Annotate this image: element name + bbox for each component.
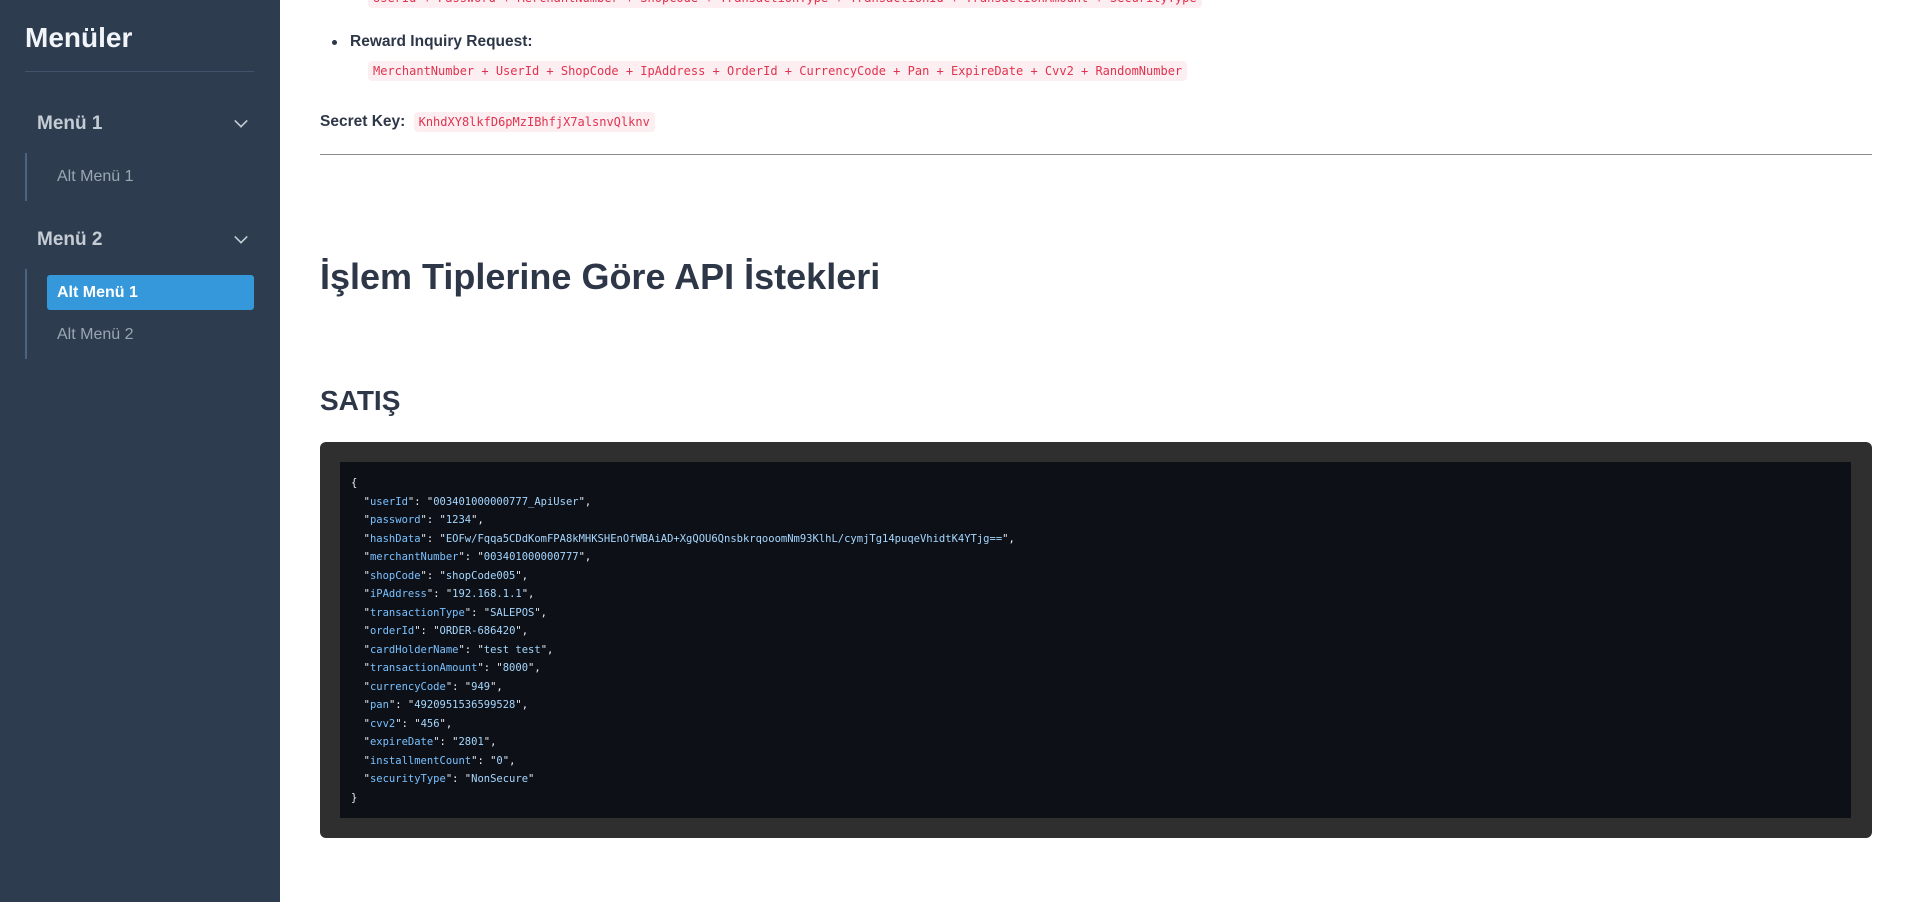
sidebar-item-menu2-alt2[interactable]: Alt Menü 2 [47, 317, 254, 352]
code-line: "expireDate": "2801", [351, 736, 497, 748]
code-line: "cardHolderName": "test test", [351, 643, 554, 656]
code-value: 4920951536599528 [414, 699, 516, 711]
code-line: "cvv2": "456", [351, 717, 453, 730]
code-value: SALEPOS [490, 606, 535, 619]
code-line: "pan": "4920951536599528", [351, 699, 529, 711]
code-key: userId [369, 495, 408, 508]
code-content: { "userId": "003401000000777_ApiUser", "… [340, 462, 1851, 818]
code-value: 003401000000777 [483, 551, 579, 563]
code-line: "iPAddress": "192.168.1.1", [351, 588, 535, 600]
code-key: expireDate [369, 736, 434, 748]
submenu-1-line [25, 153, 27, 201]
page-heading: İşlem Tiplerine Göre API İstekleri [320, 256, 881, 297]
code-key: currencyCode [369, 680, 446, 693]
menu-2-toggle[interactable]: Menü 2 [37, 229, 248, 251]
reward-inquiry-formula: MerchantNumber + UserId + ShopCode + IpA… [368, 61, 1188, 81]
code-value: EOFw/Fqqa5CDdKomFPA8kMHKSHEnOfWBAiAD+XgQ… [445, 532, 1003, 545]
secret-key-row: Secret Key: KnhdXY8lkfD6pMzIBhfjX7alsnvQ… [320, 112, 655, 132]
section-divider [320, 154, 1872, 155]
code-value: NonSecure [471, 773, 529, 785]
sidebar-item-menu2-alt1[interactable]: Alt Menü 1 [47, 275, 254, 310]
code-key: securityType [369, 773, 446, 785]
code-block: { "userId": "003401000000777_ApiUser", "… [320, 442, 1872, 838]
code-value: 1234 [445, 514, 472, 526]
reward-inquiry-label: Reward Inquiry Request: [332, 33, 533, 50]
code-line: "installmentCount": "0", [351, 754, 516, 767]
sidebar: Menüler Menü 1 Alt Menü 1 Menü 2 Alt Men… [0, 0, 280, 902]
menu-1-toggle[interactable]: Menü 1 [37, 113, 248, 135]
code-line: { [351, 474, 1840, 493]
hash-formula-code: UserId + Password + MerchantNumber + Sho… [368, 0, 1202, 8]
code-key: installmentCount [369, 754, 472, 767]
code-value: 456 [420, 717, 440, 730]
code-line: "currencyCode": "949", [351, 680, 503, 693]
code-key: merchantNumber [369, 551, 459, 563]
code-value: test test [483, 643, 541, 656]
code-key: hashData [369, 532, 421, 545]
code-line: "transactionAmount": "8000", [351, 662, 541, 674]
code-line: } [351, 789, 1840, 808]
code-value: 192.168.1.1 [452, 588, 522, 600]
code-key: orderId [369, 625, 415, 637]
code-line: "orderId": "ORDER-686420", [351, 625, 529, 637]
sidebar-item-menu1-alt1[interactable]: Alt Menü 1 [47, 159, 254, 194]
code-line: "transactionType": "SALEPOS", [351, 606, 548, 619]
code-value: 949 [471, 680, 491, 693]
chevron-down-icon [234, 230, 248, 244]
chevron-down-icon [234, 114, 248, 128]
submenu-2-line [25, 269, 27, 359]
code-key: pan [369, 699, 389, 711]
code-line: "securityType": "NonSecure" [351, 773, 535, 785]
code-value: 2801 [458, 736, 484, 748]
code-value: 0 [496, 754, 503, 767]
code-line: "shopCode": "shopCode005", [351, 569, 529, 582]
code-key: cardHolderName [369, 643, 459, 656]
secret-key-value: KnhdXY8lkfD6pMzIBhfjX7alsnvQlknv [413, 112, 655, 132]
secret-key-label: Secret Key: [320, 113, 406, 130]
menu-2-label: Menü 2 [37, 229, 103, 250]
sidebar-divider [25, 71, 254, 72]
code-line: "merchantNumber": "003401000000777", [351, 551, 592, 563]
code-key: shopCode [369, 569, 421, 582]
menu-1-label: Menü 1 [37, 113, 103, 134]
code-value: ORDER-686420 [439, 625, 516, 637]
code-brace-close: } [351, 791, 358, 804]
code-line: "userId": "003401000000777_ApiUser", [351, 495, 592, 508]
code-key: password [369, 514, 421, 526]
code-key: transactionAmount [369, 662, 478, 674]
sidebar-title: Menüler [25, 22, 133, 53]
code-line: "password": "1234", [351, 514, 484, 526]
code-line: "hashData": "EOFw/Fqqa5CDdKomFPA8kMHKSHE… [351, 532, 1015, 545]
code-key: cvv2 [369, 717, 396, 730]
code-value: 003401000000777_ApiUser [433, 495, 579, 508]
code-brace-open: { [351, 477, 358, 489]
code-value: shopCode005 [445, 569, 516, 582]
code-key: transactionType [369, 606, 465, 619]
section-heading-satis: SATIŞ [320, 385, 401, 416]
code-value: 8000 [502, 662, 529, 674]
code-key: iPAddress [369, 588, 427, 600]
